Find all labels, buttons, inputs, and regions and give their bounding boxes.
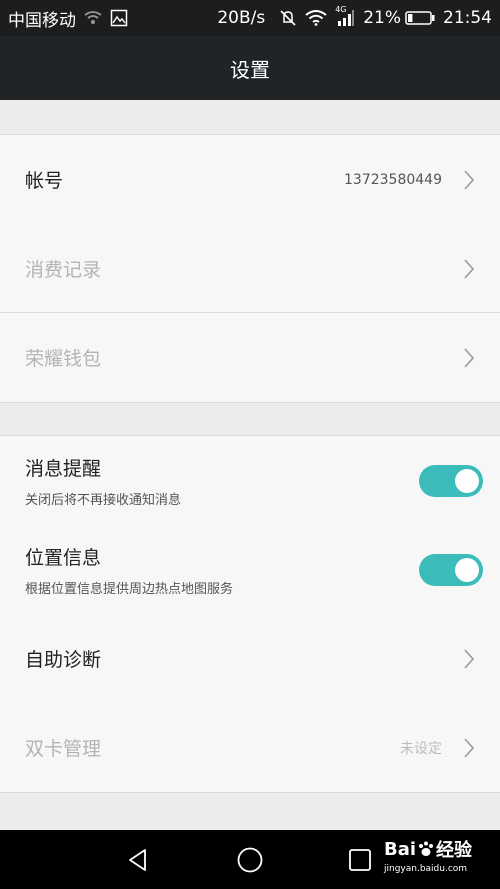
battery-icon (405, 11, 435, 25)
paw-icon (417, 840, 435, 858)
account-number: 13723580449 (344, 171, 442, 188)
home-icon[interactable] (234, 844, 266, 876)
clock-time: 21:54 (443, 8, 492, 28)
carrier-name: 中国移动 (8, 10, 76, 31)
baidu-watermark: Bai 经验 jingyan.baidu.com (384, 836, 496, 882)
consumption-record-row[interactable]: 消费记录 (0, 224, 500, 313)
location-info-subtitle: 根据位置信息提供周边热点地图服务 (25, 581, 234, 597)
message-reminder-row: 消息提醒 关闭后将不再接收通知消息 (0, 436, 500, 525)
notification-group: 消息提醒 关闭后将不再接收通知消息 位置信息 根据位置信息提供周边热点地图服务 … (0, 435, 500, 793)
title-bar: 设置 (0, 36, 500, 100)
dual-sim-row[interactable]: 双卡管理 未设定 (0, 703, 500, 792)
toggle-knob (455, 557, 479, 582)
dual-sim-label: 双卡管理 (25, 738, 102, 760)
chevron-right-icon (462, 648, 476, 670)
chevron-right-icon (462, 258, 476, 280)
self-diagnosis-row[interactable]: 自助诊断 (0, 614, 500, 703)
network-speed: 20B/s (217, 8, 266, 28)
wallet-label: 荣耀钱包 (25, 348, 102, 370)
mute-icon (279, 9, 297, 27)
chevron-right-icon (462, 737, 476, 759)
recents-icon[interactable] (344, 844, 376, 876)
wifi-icon (305, 10, 327, 26)
account-group: 帐号 13723580449 消费记录 荣耀钱包 (0, 134, 500, 403)
battery-percent: 21% (363, 8, 401, 28)
page-title: 设置 (230, 57, 270, 82)
image-icon (110, 9, 128, 27)
dual-sim-status: 未设定 (400, 740, 442, 757)
chevron-right-icon (462, 347, 476, 369)
message-reminder-toggle[interactable] (419, 464, 483, 497)
settings-screen: 中国移动 20B/s 4G 21% 21:54 设置 帐号 1372358044… (0, 0, 500, 889)
message-reminder-title: 消息提醒 (25, 457, 102, 480)
location-info-toggle[interactable] (419, 553, 483, 586)
watermark-url: jingyan.baidu.com (384, 864, 468, 874)
watermark-brand: Bai (384, 838, 417, 860)
chevron-right-icon (462, 169, 476, 191)
location-info-row: 位置信息 根据位置信息提供周边热点地图服务 (0, 525, 500, 614)
status-bar: 中国移动 20B/s 4G 21% 21:54 (0, 0, 500, 36)
back-icon[interactable] (122, 844, 154, 876)
self-diagnosis-label: 自助诊断 (25, 649, 102, 671)
settings-content: 帐号 13723580449 消费记录 荣耀钱包 消息提醒 关闭后将不再接收通知… (0, 100, 500, 830)
location-info-title: 位置信息 (25, 546, 102, 569)
account-row[interactable]: 帐号 13723580449 (0, 135, 500, 224)
consumption-record-label: 消费记录 (25, 259, 102, 281)
cell-signal-icon: 4G (335, 5, 355, 27)
toggle-knob (455, 468, 479, 493)
watermark-brand-suffix: 经验 (436, 840, 473, 861)
wifi-signal-icon (84, 10, 102, 26)
message-reminder-subtitle: 关闭后将不再接收通知消息 (25, 492, 182, 508)
account-label: 帐号 (25, 170, 64, 192)
wallet-row[interactable]: 荣耀钱包 (0, 313, 500, 402)
network-type-badge: 4G (335, 5, 347, 14)
